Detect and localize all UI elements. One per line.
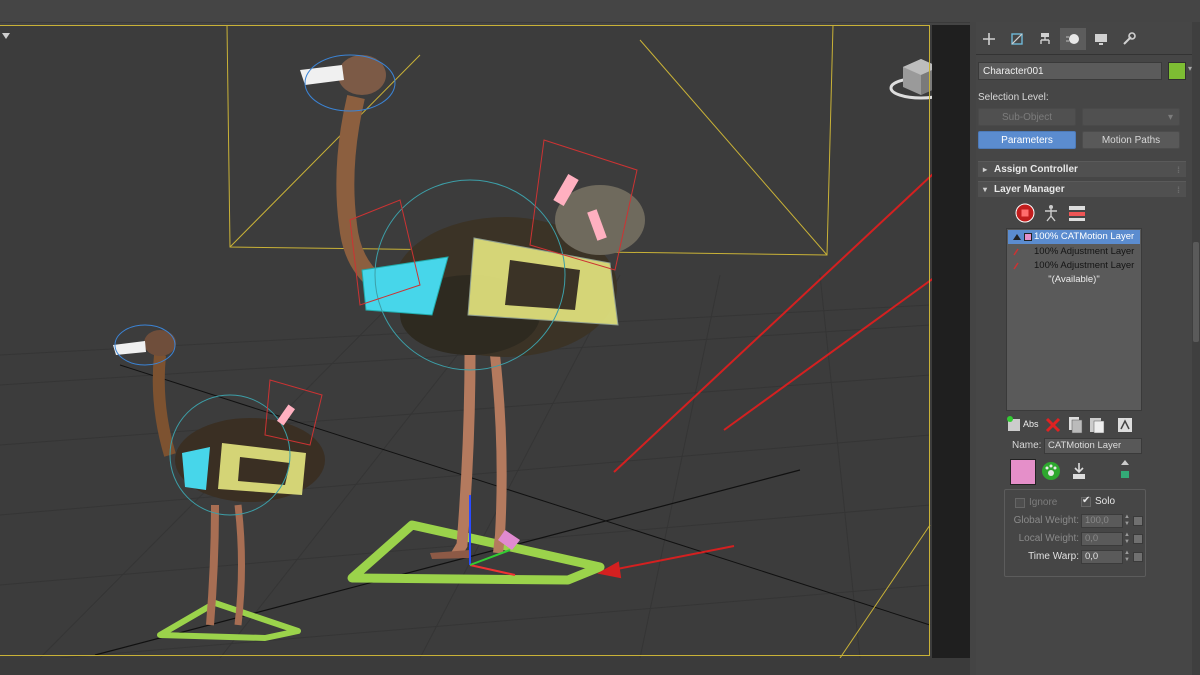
layer-label: 100% Adjustment Layer — [1034, 246, 1135, 257]
perspective-viewport[interactable] — [0, 25, 970, 658]
selection-level-label: Selection Level: — [978, 92, 1049, 103]
sub-object-dropdown[interactable]: ▾ — [1082, 108, 1180, 126]
command-panel-tabs — [976, 24, 1194, 55]
parameters-button[interactable]: Parameters — [978, 131, 1076, 149]
layer-manager-title: Layer Manager — [994, 184, 1065, 195]
available-slot[interactable]: "(Available)" — [1008, 273, 1140, 287]
layer-color-button[interactable] — [1010, 459, 1036, 485]
display-icon — [1095, 34, 1107, 45]
assign-controller-title: Assign Controller — [994, 164, 1078, 175]
local-weight-key-button[interactable] — [1133, 534, 1143, 544]
utilities-icon — [1123, 32, 1136, 45]
layer-row[interactable]: 100% Adjustment Layer — [1008, 259, 1140, 273]
global-weight-label: Global Weight: — [1013, 515, 1079, 526]
layer-row[interactable]: 100% CATMotion Layer — [1008, 230, 1140, 244]
create-tab[interactable] — [976, 28, 1002, 50]
motion-tab[interactable] — [1060, 28, 1086, 50]
biped-pose-icon — [1045, 205, 1057, 222]
sub-object-button[interactable]: Sub-Object — [978, 108, 1076, 126]
rollout-grip-icon: ⁞ — [1177, 165, 1180, 175]
paste-icon — [1090, 418, 1105, 434]
save-icon — [1073, 463, 1085, 479]
scrollbar-thumb[interactable] — [1193, 242, 1199, 342]
local-weight-label: Local Weight: — [1018, 533, 1079, 544]
assign-controller-rollout[interactable]: ▸ Assign Controller ⁞ — [978, 161, 1186, 177]
collapse-icon — [1118, 418, 1132, 432]
modify-tab[interactable] — [1004, 28, 1030, 50]
display-tab[interactable] — [1088, 28, 1114, 50]
adjustment-layer-icon — [1013, 262, 1019, 270]
catmotion-editor-button[interactable] — [1040, 460, 1062, 482]
ostrich-small[interactable] — [113, 324, 325, 641]
time-warp-label: Time Warp: — [1028, 551, 1079, 562]
hierarchy-tab[interactable] — [1032, 28, 1058, 50]
solo-label: Solo — [1095, 496, 1116, 507]
solo-checkbox[interactable] — [1081, 495, 1091, 507]
layer-name-label: Name: — [1012, 440, 1042, 451]
global-weight-spinner[interactable]: 100,0 — [1081, 514, 1123, 528]
layer-label: 100% Adjustment Layer — [1034, 260, 1135, 271]
viewport-menu-icon — [2, 33, 10, 39]
command-panel: Character001 ▾ Selection Level: Sub-Obje… — [970, 22, 1200, 675]
time-warp-spinner[interactable]: 0,0 — [1081, 550, 1123, 564]
spinner-arrows-icon[interactable]: ▲ ▼ — [1123, 514, 1131, 528]
copy-icon — [1069, 417, 1083, 434]
rollout-grip-icon: ⁞ — [1177, 185, 1180, 195]
paw-icon — [1042, 462, 1060, 480]
viewport-scene — [0, 25, 970, 658]
layer-list[interactable]: 100% CATMotion Layer 100% Adjustment Lay… — [1006, 228, 1142, 411]
catmotion-layer-icon — [1013, 234, 1021, 240]
create-icon — [983, 33, 995, 45]
layer-label: 100% CATMotion Layer — [1034, 231, 1135, 242]
motion-icon — [1066, 34, 1079, 44]
expanded-triangle-icon: ▾ — [983, 185, 988, 194]
layer-weights-group: Ignore Solo Global Weight: 100,0 ▲▼ Loca… — [1004, 489, 1146, 577]
layer-name-field[interactable]: CATMotion Layer — [1044, 438, 1142, 454]
viewport-side-gap — [932, 25, 970, 658]
layer-options-button[interactable] — [1066, 202, 1088, 224]
abs-label: Abs — [1023, 419, 1039, 429]
setup-animation-mode-button[interactable] — [1014, 202, 1036, 224]
layer-stack-icon — [1069, 206, 1085, 221]
paste-layer-button[interactable] — [1086, 414, 1108, 436]
modify-icon — [1011, 33, 1023, 45]
layer-row[interactable]: 100% Adjustment Layer — [1008, 245, 1140, 259]
spinner-arrows-icon[interactable]: ▲ ▼ — [1123, 532, 1131, 546]
motion-panel: Character001 ▾ Selection Level: Sub-Obje… — [976, 22, 1194, 675]
add-layer-abs-button[interactable]: Abs — [1006, 414, 1042, 436]
annotation-arrows — [597, 138, 970, 579]
adjustment-layer-icon — [1013, 248, 1019, 256]
collapsed-triangle-icon: ▸ — [983, 165, 988, 174]
local-weight-spinner[interactable]: 0,0 — [1081, 532, 1123, 546]
time-warp-key-button[interactable] — [1133, 552, 1143, 562]
remove-layer-button[interactable] — [1042, 414, 1064, 436]
record-icon — [1015, 203, 1035, 223]
object-name-field[interactable]: Character001 — [978, 62, 1162, 80]
top-toolbar-strip — [0, 0, 1200, 23]
key-icon — [1121, 460, 1129, 478]
key-buttons[interactable] — [1114, 458, 1136, 480]
spinner-arrows-icon[interactable]: ▲ ▼ — [1123, 550, 1131, 564]
global-weight-key-button[interactable] — [1133, 516, 1143, 526]
ostrich-large[interactable] — [300, 54, 645, 585]
layer-manager-rollout[interactable]: ▾ Layer Manager ⁞ — [978, 181, 1186, 197]
layer-color-square — [1024, 233, 1032, 241]
viewport-bottom-strip — [0, 658, 970, 675]
motion-paths-button[interactable]: Motion Paths — [1082, 131, 1180, 149]
object-color-swatch[interactable] — [1168, 62, 1186, 80]
hierarchy-icon — [1040, 33, 1050, 44]
ignore-checkbox[interactable] — [1015, 498, 1025, 508]
delete-icon — [1045, 417, 1061, 433]
utilities-tab[interactable] — [1116, 28, 1142, 50]
save-clip-button[interactable] — [1068, 460, 1090, 482]
pose-mode-button[interactable] — [1040, 202, 1062, 224]
collapse-layers-button[interactable] — [1114, 414, 1136, 436]
copy-layer-button[interactable] — [1064, 414, 1086, 436]
command-panel-scrollbar[interactable] — [1192, 22, 1200, 675]
ignore-label: Ignore — [1029, 497, 1058, 508]
